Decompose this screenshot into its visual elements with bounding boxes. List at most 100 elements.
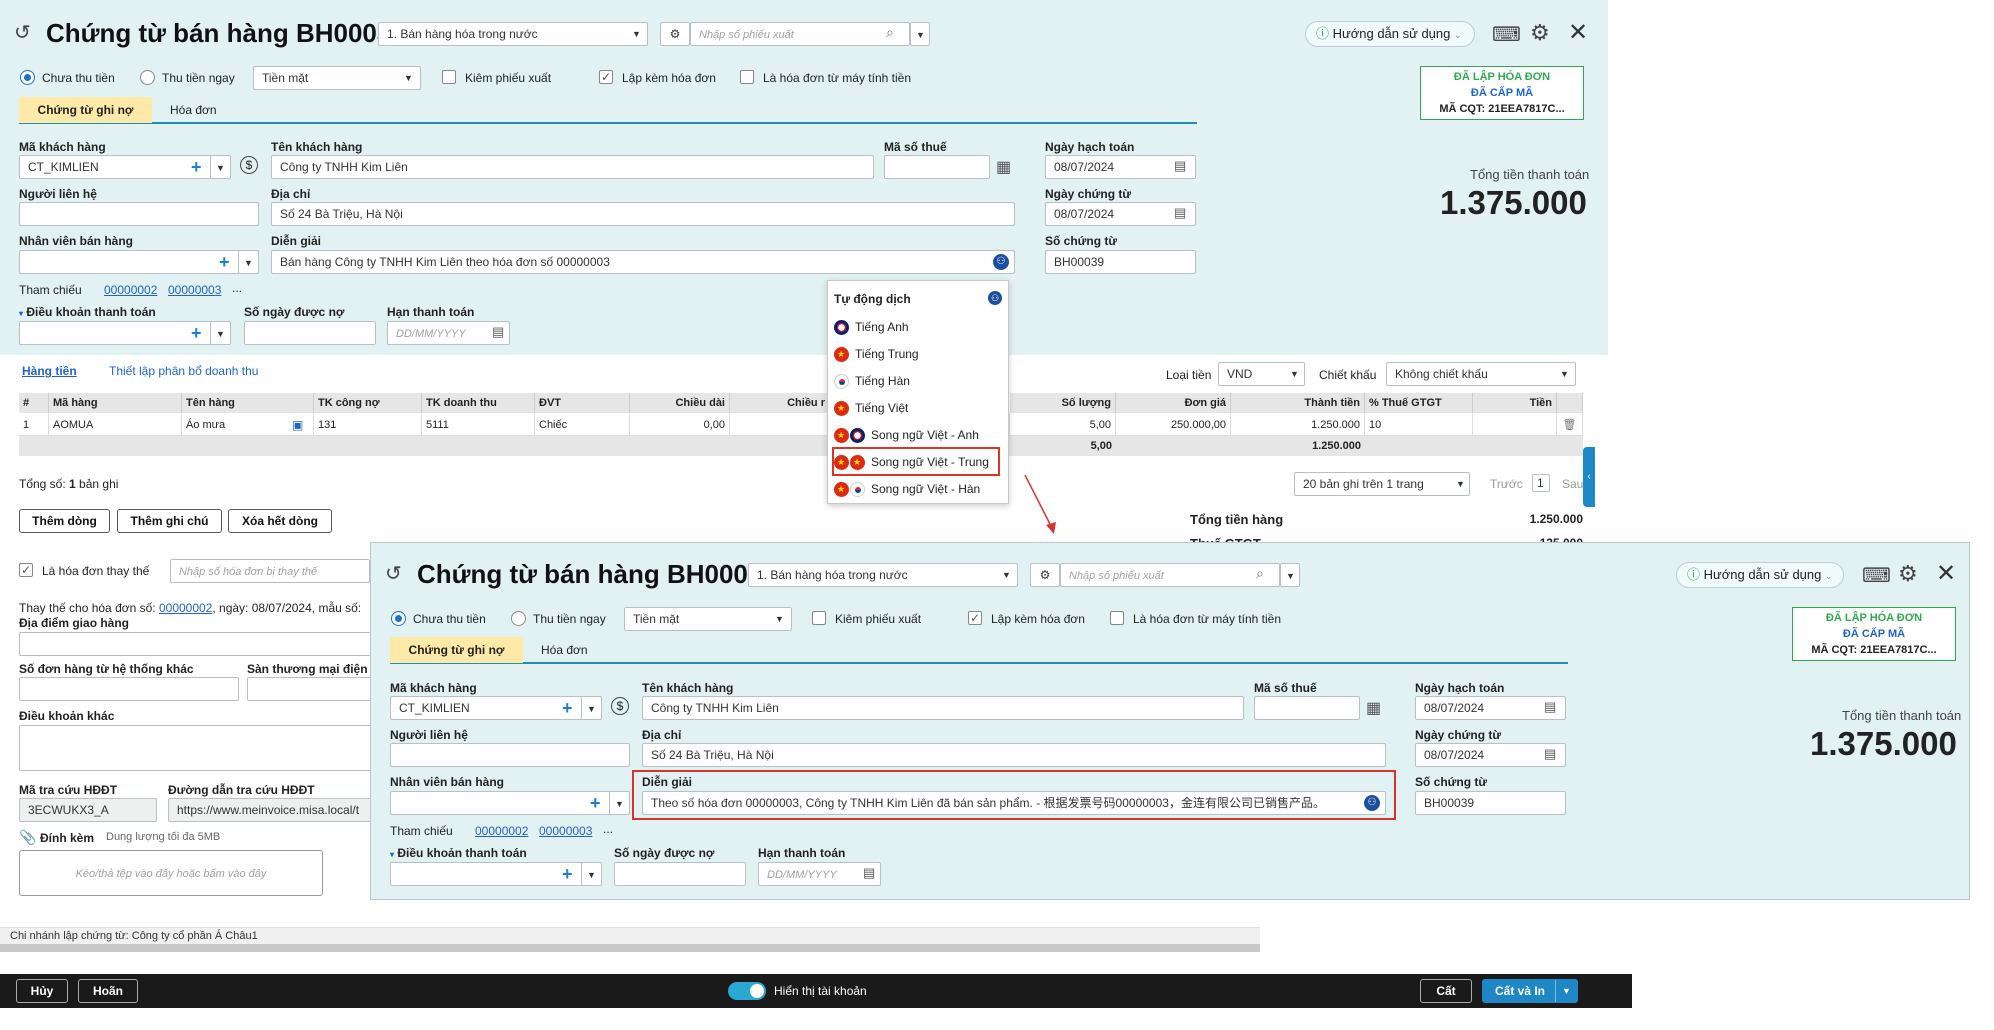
cell[interactable]: Chiếc <box>535 414 630 436</box>
customer-name-input[interactable]: Công ty TNHH Kim Liên <box>271 155 874 179</box>
tab-debit[interactable]: Chứng từ ghi nợ <box>390 637 523 663</box>
chk-pos[interactable] <box>1110 611 1124 625</box>
add-note-button[interactable]: Thêm ghi chú <box>117 509 222 533</box>
keyboard-icon[interactable]: ⌨ <box>1492 22 1521 47</box>
lookup-url-input[interactable]: https://www.meinvoice.misa.local/t <box>168 798 371 822</box>
doc-no-input[interactable]: BH00039 <box>1045 250 1196 274</box>
description-input[interactable]: Theo số hóa đơn 00000003, Công ty TNHH K… <box>642 791 1386 815</box>
menu-item-vi-en[interactable]: Song ngữ Việt - Anh <box>834 425 979 445</box>
cell[interactable]: 5111 <box>422 414 535 436</box>
help-button[interactable]: ⓘ Hướng dẫn sử dụng ⌄ <box>1676 562 1844 588</box>
customer-name-input[interactable]: Công ty TNHH Kim Liên <box>642 696 1244 720</box>
ref-link-1[interactable]: 00000002 <box>475 824 528 838</box>
radio-unpaid[interactable] <box>20 70 35 85</box>
calendar-icon[interactable]: ▤ <box>863 865 875 881</box>
replace-no-link[interactable]: 00000002 <box>159 601 212 615</box>
tax-code-input[interactable] <box>884 155 990 179</box>
add-icon[interactable]: + <box>590 794 601 812</box>
help-button[interactable]: ⓘ Hướng dẫn sử dụng ⌄ <box>1305 21 1475 47</box>
days-input[interactable] <box>244 321 376 345</box>
chk-invoice[interactable]: ✓ <box>599 70 613 84</box>
description-input[interactable]: Bán hàng Công ty TNHH Kim Liên theo hóa … <box>271 250 1015 274</box>
ref-more[interactable]: ... <box>603 822 613 836</box>
export-search-input[interactable]: Nhập số phiếu xuất <box>690 22 910 46</box>
payment-method-select[interactable]: Tiền mặt <box>253 66 421 90</box>
keyboard-icon[interactable]: ⌨ <box>1862 563 1891 588</box>
delivery-input[interactable] <box>19 632 371 656</box>
translate-icon[interactable]: ⚇ <box>1364 795 1380 811</box>
menu-item-vi-cn[interactable]: Song ngữ Việt - Trung <box>834 452 989 472</box>
history-icon[interactable]: ↺ <box>385 561 402 586</box>
close-icon[interactable]: ✕ <box>1936 559 1956 588</box>
menu-item-vi-kr[interactable]: Song ngữ Việt - Hàn <box>834 479 980 499</box>
cell[interactable]: 1 <box>19 414 49 436</box>
tab-debit[interactable]: Chứng từ ghi nợ <box>19 97 152 123</box>
save-button[interactable]: Cất <box>1420 979 1472 1003</box>
save-print-button[interactable]: Cất và In ▼ <box>1482 979 1578 1003</box>
cancel-button[interactable]: Hủy <box>16 979 68 1003</box>
add-icon[interactable]: + <box>562 699 573 717</box>
contact-input[interactable] <box>19 202 259 226</box>
other-terms-input[interactable] <box>19 725 371 771</box>
tab-invoice[interactable]: Hóa đơn <box>170 97 217 123</box>
ref-more[interactable]: ... <box>232 281 242 295</box>
gear-icon[interactable]: ⚙ <box>1898 561 1918 587</box>
menu-item-vietnamese[interactable]: Tiếng Việt <box>834 398 908 418</box>
radio-paid[interactable] <box>511 611 526 626</box>
ref-link-1[interactable]: 00000002 <box>104 283 157 297</box>
history-icon[interactable]: ↺ <box>14 20 31 45</box>
pager-select[interactable]: 20 bản ghi trên 1 trang <box>1294 472 1470 496</box>
add-icon[interactable]: + <box>562 865 573 883</box>
add-icon[interactable]: + <box>191 324 202 342</box>
export-dropdown[interactable]: ▼ <box>1280 563 1300 587</box>
show-accounts-toggle[interactable] <box>728 982 766 1000</box>
gear-icon[interactable]: ⚙ <box>1530 20 1550 46</box>
replace-input[interactable]: Nhập số hóa đơn bị thay thế <box>170 559 370 583</box>
horizontal-scrollbar[interactable] <box>0 944 1260 952</box>
cell[interactable]: 10 <box>1365 414 1473 436</box>
sale-type-select[interactable]: 1. Bán hàng hóa trong nước <box>748 563 1018 587</box>
ref-link-2[interactable]: 00000003 <box>168 283 221 297</box>
terms-dropdown[interactable]: ▼ <box>581 862 602 886</box>
calendar-icon[interactable]: ▤ <box>1174 205 1186 221</box>
menu-item-chinese[interactable]: Tiếng Trung <box>834 344 919 364</box>
cell[interactable]: AOMUA <box>49 414 182 436</box>
chk-export[interactable] <box>442 70 456 84</box>
chk-export[interactable] <box>812 611 826 625</box>
terms-dropdown[interactable]: ▼ <box>210 321 231 345</box>
trash-icon[interactable]: 🗑 <box>1563 419 1577 431</box>
gear-box[interactable]: ⚙ <box>1030 563 1060 587</box>
export-dropdown[interactable]: ▼ <box>910 22 930 46</box>
next-link[interactable]: Sau <box>1562 477 1583 491</box>
sale-type-select[interactable]: 1. Bán hàng hóa trong nước <box>378 22 648 46</box>
tab-invoice[interactable]: Hóa đơn <box>541 637 588 663</box>
page-number[interactable]: 1 <box>1532 474 1550 492</box>
employee-dropdown[interactable]: ▼ <box>238 250 259 274</box>
chk-pos[interactable] <box>740 70 754 84</box>
menu-item-korean[interactable]: Tiếng Hàn <box>834 371 910 391</box>
customer-dropdown[interactable]: ▼ <box>581 696 602 720</box>
address-input[interactable]: Số 24 Bà Triệu, Hà Nội <box>642 743 1386 767</box>
item-detail-icon[interactable]: ▣ <box>292 418 303 432</box>
cell[interactable]: 250.000,00 <box>1116 414 1231 436</box>
add-icon[interactable]: + <box>191 158 202 176</box>
translate-icon[interactable]: ⚇ <box>993 254 1009 270</box>
contact-input[interactable] <box>390 743 630 767</box>
cell[interactable]: 1.250.000 <box>1231 414 1365 436</box>
file-drop-zone[interactable]: Kéo/thả tệp vào đây hoặc bấm vào đây <box>19 850 323 896</box>
chk-replace[interactable]: ✓ <box>19 563 33 577</box>
close-icon[interactable]: ✕ <box>1568 18 1588 47</box>
ref-link-2[interactable]: 00000003 <box>539 824 592 838</box>
clear-rows-button[interactable]: Xóa hết dòng <box>228 509 332 533</box>
payment-method-select[interactable]: Tiền mặt <box>624 607 792 631</box>
chk-invoice[interactable]: ✓ <box>968 611 982 625</box>
tab-revenue[interactable]: Thiết lập phân bổ doanh thu <box>109 364 258 378</box>
calendar-icon[interactable]: ▤ <box>1174 158 1186 174</box>
menu-item-english[interactable]: Tiếng Anh <box>834 317 909 337</box>
discount-select[interactable]: Không chiết khấu <box>1386 362 1576 386</box>
radio-paid[interactable] <box>140 70 155 85</box>
add-row-button[interactable]: Thêm dòng <box>19 509 110 533</box>
delete-cell[interactable]: 🗑 <box>1557 414 1583 436</box>
chevron-down-icon[interactable]: ▼ <box>1555 980 1577 1002</box>
add-icon[interactable]: + <box>219 253 230 271</box>
